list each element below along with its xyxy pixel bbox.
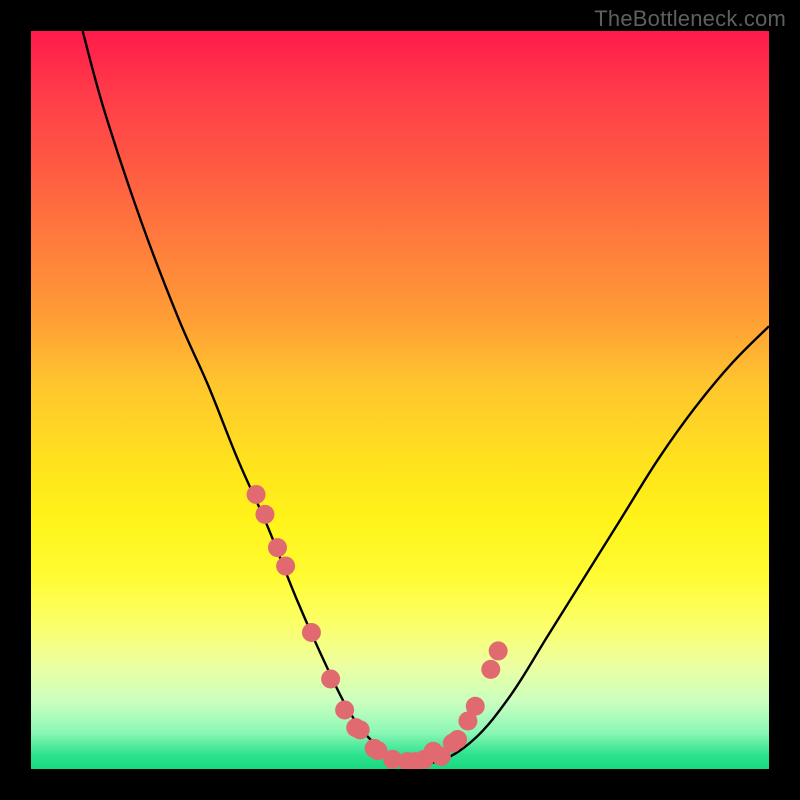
- chart-frame: TheBottleneck.com: [0, 0, 800, 800]
- data-marker: [247, 485, 266, 504]
- data-marker: [268, 538, 287, 557]
- data-marker: [448, 730, 467, 749]
- bottleneck-curve: [83, 31, 769, 765]
- data-marker: [489, 641, 508, 660]
- data-marker: [466, 697, 485, 716]
- data-marker: [351, 720, 370, 739]
- marker-layer: [247, 485, 508, 769]
- data-marker: [276, 557, 295, 576]
- data-marker: [255, 505, 274, 524]
- plot-area: [31, 31, 769, 769]
- data-marker: [302, 623, 321, 642]
- data-marker: [335, 700, 354, 719]
- curve-layer: [31, 31, 769, 769]
- data-marker: [321, 669, 340, 688]
- data-marker: [481, 660, 500, 679]
- watermark-text: TheBottleneck.com: [594, 6, 786, 32]
